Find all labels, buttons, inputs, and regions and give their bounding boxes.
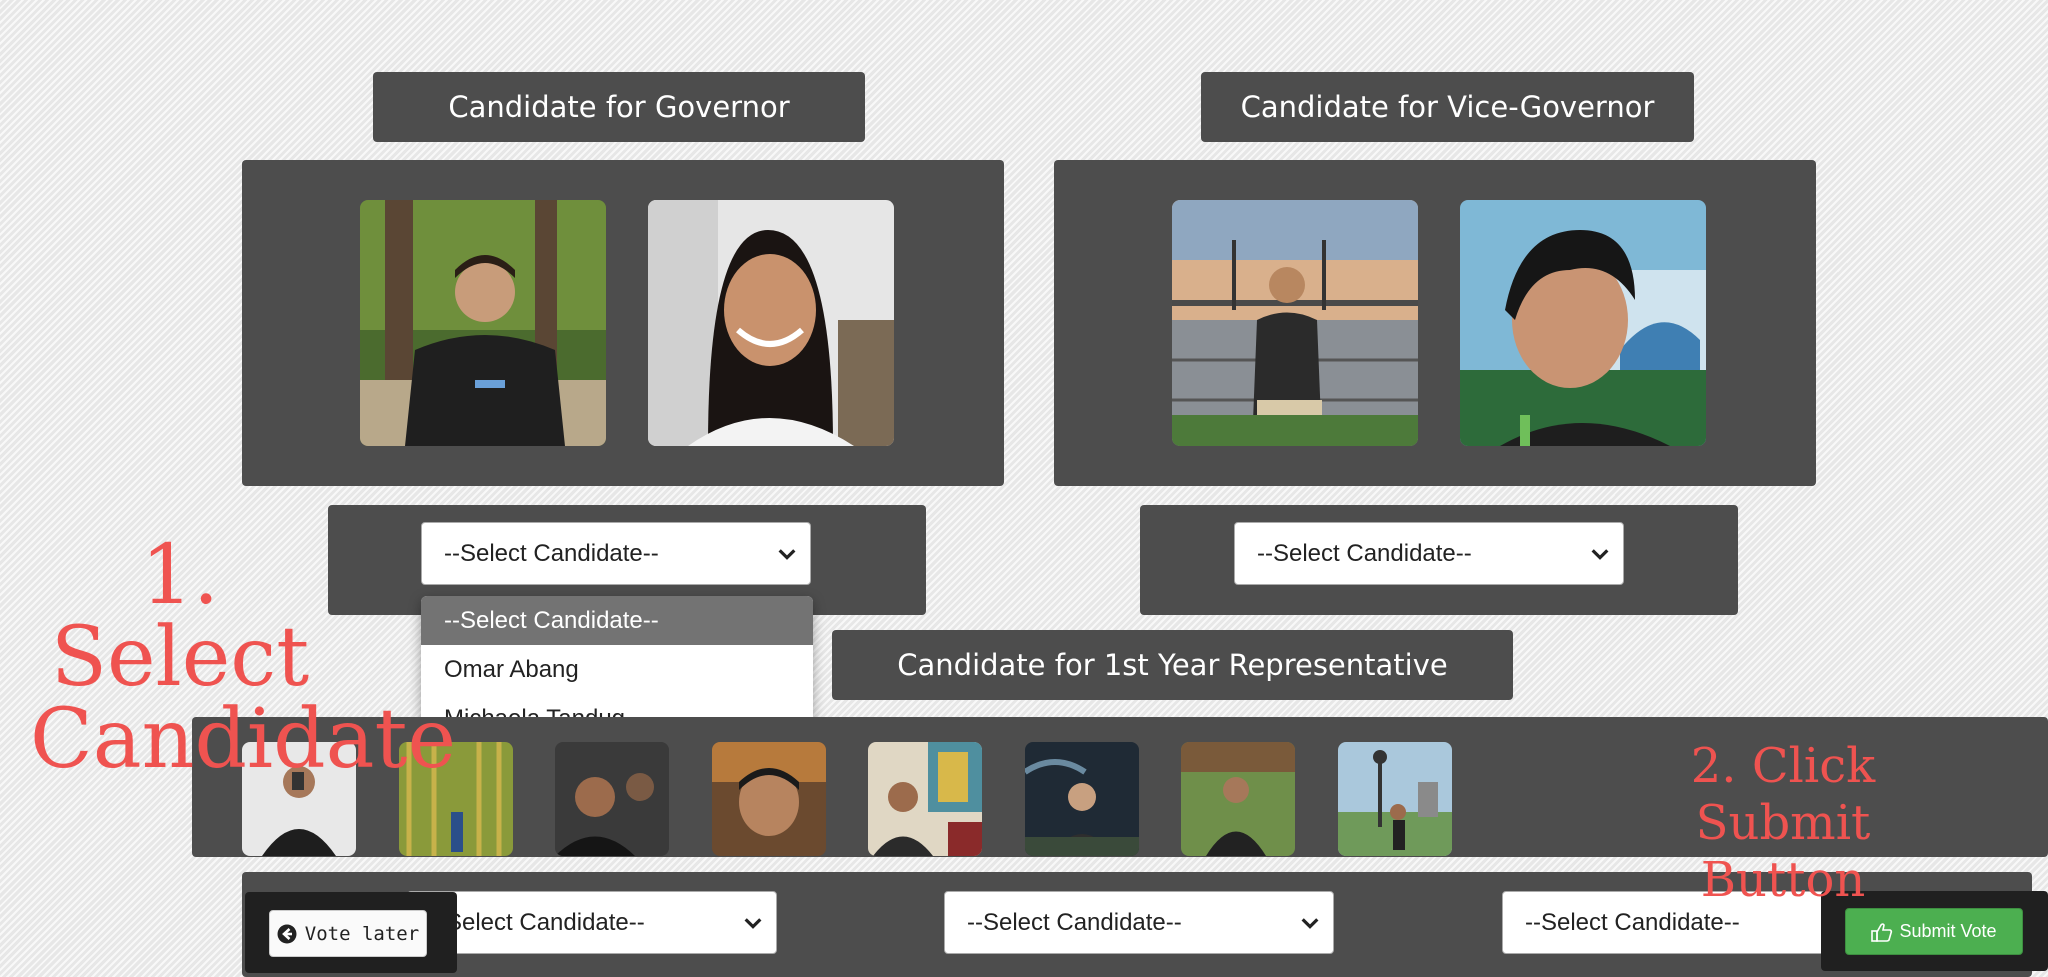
chevron-down-icon [1591, 548, 1609, 560]
rep-select-2[interactable]: --Select Candidate-- [944, 891, 1334, 954]
annotation-step-1: 1. Select Candidate [30, 528, 457, 787]
annotation-step-1-line1: 1. Select [50, 528, 310, 705]
rep-select-1-value: --Select Candidate-- [430, 908, 645, 936]
first-year-rep-title: Candidate for 1st Year Representative [832, 630, 1513, 700]
rep-select-3-value: --Select Candidate-- [1525, 908, 1740, 936]
arrow-left-circle-icon [277, 924, 297, 943]
candidate-photo-vice-1[interactable] [1172, 200, 1418, 446]
rep-candidate-photo-4[interactable] [712, 742, 826, 856]
chevron-down-icon [778, 548, 796, 560]
rep-candidate-photo-5[interactable] [868, 742, 982, 856]
vice-governor-photo-panel [1054, 160, 1816, 486]
thumbs-up-icon [1871, 922, 1893, 942]
annotation-step-1-line2: Candidate [30, 692, 457, 787]
annotation-step-2-line1: 2. Click Submit [1690, 738, 1876, 851]
dropdown-option[interactable]: Omar Abang [421, 645, 813, 694]
submit-vote-label: Submit Vote [1899, 921, 1997, 941]
submit-vote-button[interactable]: Submit Vote [1845, 908, 2023, 955]
governor-select[interactable]: --Select Candidate-- [421, 522, 811, 585]
dropdown-option[interactable]: --Select Candidate-- [421, 596, 813, 645]
chevron-down-icon [744, 917, 762, 929]
vice-governor-title-text: Candidate for Vice-Governor [1240, 90, 1655, 124]
vote-later-button-wrapper: Vote later [245, 892, 457, 973]
governor-title: Candidate for Governor [373, 72, 865, 142]
vote-later-label: Vote later [304, 922, 420, 945]
rep-select-1[interactable]: --Select Candidate-- [407, 891, 777, 954]
vice-governor-select-panel: --Select Candidate-- [1140, 505, 1738, 615]
governor-title-text: Candidate for Governor [448, 90, 790, 124]
candidate-photo-omar[interactable] [360, 200, 606, 446]
chevron-down-icon [1301, 917, 1319, 929]
first-year-rep-title-text: Candidate for 1st Year Representative [897, 648, 1448, 682]
annotation-step-2-line2: Button [1700, 852, 1866, 908]
governor-photo-panel [242, 160, 1004, 486]
vice-governor-select[interactable]: --Select Candidate-- [1234, 522, 1624, 585]
candidate-photo-michaela[interactable] [648, 200, 894, 446]
candidate-photo-vice-2[interactable] [1460, 200, 1706, 446]
vice-governor-title: Candidate for Vice-Governor [1201, 72, 1694, 142]
rep-candidate-photo-8[interactable] [1338, 742, 1452, 856]
rep-candidate-photo-7[interactable] [1181, 742, 1295, 856]
rep-select-2-value: --Select Candidate-- [967, 908, 1182, 936]
vote-later-button[interactable]: Vote later [269, 910, 427, 957]
annotation-step-2: 2. Click Submit Button [1598, 738, 1968, 909]
governor-select-value: --Select Candidate-- [444, 539, 659, 567]
rep-candidate-photo-6[interactable] [1025, 742, 1139, 856]
vice-governor-select-value: --Select Candidate-- [1257, 539, 1472, 567]
rep-candidate-photo-3[interactable] [555, 742, 669, 856]
